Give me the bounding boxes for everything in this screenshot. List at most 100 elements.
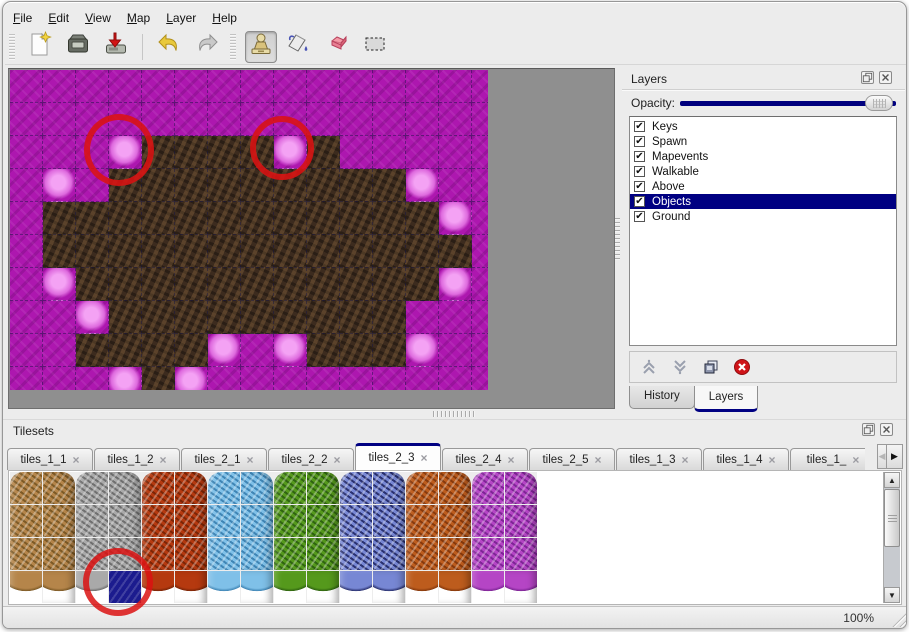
tileset-tile[interactable]	[406, 472, 438, 504]
visibility-checkbox[interactable]: ✔	[634, 211, 645, 222]
map-tile[interactable]	[10, 103, 43, 136]
tileset-tile[interactable]	[373, 571, 405, 603]
tileset-tile[interactable]	[307, 505, 339, 537]
tileset-tile[interactable]	[43, 538, 75, 570]
map-tile[interactable]	[43, 301, 76, 334]
map-tile[interactable]	[76, 70, 109, 103]
tileset-tile[interactable]	[175, 571, 207, 603]
map-tile[interactable]	[439, 235, 472, 268]
map-tile[interactable]	[43, 136, 76, 169]
tileset-tile[interactable]	[208, 505, 240, 537]
select-tool-button[interactable]	[359, 31, 391, 63]
lower-layer-button[interactable]	[669, 356, 691, 378]
tileset-tile[interactable]	[274, 571, 306, 603]
visibility-checkbox[interactable]: ✔	[634, 151, 645, 162]
map-tile[interactable]	[472, 202, 488, 235]
map-tile[interactable]	[109, 70, 142, 103]
map-tile[interactable]	[208, 202, 241, 235]
close-tab-icon[interactable]: ×	[247, 453, 254, 467]
visibility-checkbox[interactable]: ✔	[634, 121, 645, 132]
map-tile[interactable]	[373, 334, 406, 367]
scroll-tabs-left-button[interactable]: ◀	[877, 444, 886, 469]
tileset-tile[interactable]	[274, 538, 306, 570]
scrollbar-thumb[interactable]	[884, 489, 900, 547]
raise-layer-button[interactable]	[638, 356, 660, 378]
scroll-tabs-right-button[interactable]: ▶	[886, 444, 903, 469]
close-panel-button[interactable]	[879, 71, 892, 84]
tileset-tile[interactable]	[175, 472, 207, 504]
tileset-tile[interactable]	[505, 472, 537, 504]
tileset-tile[interactable]	[472, 472, 504, 504]
menu-view[interactable]: View	[83, 8, 121, 28]
map-tile[interactable]	[307, 202, 340, 235]
tileset-tab-tiles_1_1[interactable]: tiles_1_1×	[7, 448, 93, 470]
map-tile[interactable]	[373, 301, 406, 334]
map-tile[interactable]	[142, 268, 175, 301]
tileset-tile[interactable]	[241, 505, 273, 537]
map-tile[interactable]	[142, 301, 175, 334]
tileset-tile[interactable]	[340, 472, 372, 504]
tileset-tile[interactable]	[472, 505, 504, 537]
map-tile[interactable]	[43, 268, 76, 301]
tileset-tile[interactable]	[439, 571, 471, 603]
tileset-tile[interactable]	[175, 538, 207, 570]
close-tab-icon[interactable]: ×	[595, 453, 602, 467]
tileset-tile[interactable]	[109, 472, 141, 504]
tileset-tile[interactable]	[241, 571, 273, 603]
tileset-tab-tiles_2_3[interactable]: tiles_2_3×	[355, 443, 441, 470]
close-tab-icon[interactable]: ×	[769, 453, 776, 467]
map-tile[interactable]	[439, 367, 472, 390]
map-tile[interactable]	[274, 70, 307, 103]
tileset-tile[interactable]	[505, 505, 537, 537]
tileset-tile[interactable]	[505, 538, 537, 570]
fill-tool-button[interactable]	[283, 31, 315, 63]
tileset-tile[interactable]	[340, 571, 372, 603]
tileset-tile[interactable]	[505, 571, 537, 603]
menu-file[interactable]: File	[11, 8, 42, 28]
map-tile[interactable]	[406, 169, 439, 202]
map-tile[interactable]	[439, 103, 472, 136]
palette-scrollbar[interactable]: ▲ ▼	[883, 472, 900, 603]
map-tile[interactable]	[175, 103, 208, 136]
tileset-tile[interactable]	[307, 538, 339, 570]
map-tile[interactable]	[175, 301, 208, 334]
map-tile[interactable]	[241, 70, 274, 103]
resize-grip[interactable]	[890, 611, 906, 627]
layer-row-mapevents[interactable]: ✔Mapevents	[630, 149, 896, 164]
delete-layer-button[interactable]	[731, 356, 753, 378]
tileset-tile[interactable]	[43, 472, 75, 504]
tileset-tab-tiles_2_4[interactable]: tiles_2_4×	[442, 448, 528, 470]
map-tile[interactable]	[43, 103, 76, 136]
map-tile[interactable]	[10, 301, 43, 334]
tileset-tab-tiles_2_1[interactable]: tiles_2_1×	[181, 448, 267, 470]
map-tile[interactable]	[307, 70, 340, 103]
layer-row-above[interactable]: ✔Above	[630, 179, 896, 194]
tileset-tile[interactable]	[373, 538, 405, 570]
map-tile[interactable]	[76, 235, 109, 268]
close-tab-icon[interactable]: ×	[334, 453, 341, 467]
map-tile[interactable]	[10, 268, 43, 301]
tab-layers[interactable]: Layers	[694, 386, 759, 412]
map-tile[interactable]	[109, 334, 142, 367]
tileset-tab-tiles_1_4[interactable]: tiles_1_4×	[703, 448, 789, 470]
map-tile[interactable]	[373, 136, 406, 169]
map-tile[interactable]	[472, 268, 488, 301]
visibility-checkbox[interactable]: ✔	[634, 196, 645, 207]
map-tile[interactable]	[175, 235, 208, 268]
eraser-tool-button[interactable]	[321, 31, 353, 63]
tileset-tile[interactable]	[10, 538, 42, 570]
map-tile[interactable]	[208, 367, 241, 390]
map-tile[interactable]	[208, 334, 241, 367]
tileset-tile[interactable]	[439, 472, 471, 504]
tileset-tab-tiles_1_2[interactable]: tiles_1_2×	[94, 448, 180, 470]
tileset-tile[interactable]	[208, 472, 240, 504]
tileset-tab-tiles_2_2[interactable]: tiles_2_2×	[268, 448, 354, 470]
tileset-tile[interactable]	[307, 571, 339, 603]
map-tile[interactable]	[208, 301, 241, 334]
map-tile[interactable]	[406, 136, 439, 169]
tileset-tab-tiles_1_3[interactable]: tiles_1_3×	[616, 448, 702, 470]
map-tile[interactable]	[208, 70, 241, 103]
tileset-tile[interactable]	[10, 571, 42, 603]
map-tile[interactable]	[10, 136, 43, 169]
tileset-tile[interactable]	[76, 505, 108, 537]
